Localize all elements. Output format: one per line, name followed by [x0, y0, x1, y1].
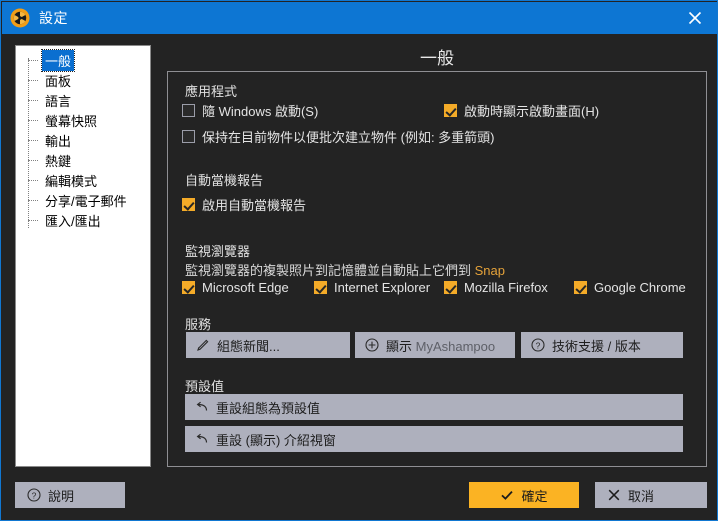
show-myashampoo-label: 顯示 MyAshampoo — [386, 336, 495, 355]
checkbox-show-splash-screen[interactable]: 啟動時顯示啟動畫面(H) — [444, 101, 599, 120]
reset-config-label: 重設組態為預設值 — [216, 400, 321, 416]
sidebar-item-0[interactable]: 一般 — [16, 48, 150, 72]
tree-dash — [28, 60, 38, 61]
sidebar-item-6[interactable]: 編輯模式 — [16, 170, 150, 190]
checkbox-label: Microsoft Edge — [202, 280, 289, 295]
sidebar-item-label: 語言 — [45, 93, 72, 109]
browser-monitor-description-text: 監視瀏覽器的複製照片到記憶體並自動貼上它們到 — [185, 263, 475, 278]
tree-dash — [28, 220, 38, 221]
section-label-defaults: 預設值 — [185, 379, 225, 394]
cancel-label: 取消 — [628, 488, 655, 504]
page-title: 一般 — [420, 49, 454, 68]
checkbox-label: Mozilla Firefox — [464, 280, 548, 295]
checkbox-box[interactable] — [182, 281, 195, 294]
checkbox-box[interactable] — [444, 104, 457, 117]
checkbox-label: 隨 Windows 啟動(S) — [202, 104, 319, 119]
check-icon — [500, 488, 514, 502]
checkbox-microsoft-edge[interactable]: Microsoft Edge — [182, 280, 289, 295]
sidebar-item-label: 編輯模式 — [45, 173, 98, 189]
title-bar: 設定 — [2, 2, 717, 34]
checkbox-enable-crash-report[interactable]: 啟用自動當機報告 — [182, 195, 306, 214]
x-icon — [607, 488, 621, 502]
sidebar-item-label: 匯入/匯出 — [45, 213, 101, 229]
undo-icon — [195, 400, 209, 414]
sidebar-item-2[interactable]: 語言 — [16, 90, 150, 110]
config-news-label: 組態新聞... — [217, 338, 280, 354]
support-version-label: 技術支援 / 版本 — [552, 338, 641, 354]
checkbox-google-chrome[interactable]: Google Chrome — [574, 280, 686, 295]
svg-text:?: ? — [32, 490, 37, 500]
tree-dash — [28, 200, 38, 201]
browser-monitor-description-accent: Snap — [474, 263, 505, 278]
undo-icon — [195, 432, 209, 446]
reset-config-button[interactable]: 重設組態為預設值 — [185, 394, 683, 420]
tree-dash — [28, 140, 38, 141]
tree-dash — [28, 100, 38, 101]
show-myashampoo-prefix: 顯示 — [386, 338, 416, 354]
cancel-button[interactable]: 取消 — [595, 482, 707, 508]
checkbox-box[interactable] — [314, 281, 327, 294]
sidebar-item-label: 輸出 — [45, 133, 72, 149]
svg-text:?: ? — [536, 340, 541, 350]
settings-category-tree[interactable]: 一般 面板語言螢幕快照輸出熱鍵編輯模式分享/電子郵件 匯入/匯出 — [15, 45, 151, 467]
pen-icon — [196, 338, 210, 352]
sidebar-item-label: 熱鍵 — [45, 153, 72, 169]
sidebar-item-3[interactable]: 螢幕快照 — [16, 110, 150, 130]
checkbox-box[interactable] — [444, 281, 457, 294]
browser-monitor-description: 監視瀏覽器的複製照片到記憶體並自動貼上它們到 Snap — [185, 260, 505, 279]
section-label-crash-report: 自動當機報告 — [185, 173, 264, 188]
section-label-services: 服務 — [185, 317, 212, 332]
checkbox-box[interactable] — [182, 104, 195, 117]
sidebar-item-1[interactable]: 面板 — [16, 70, 150, 90]
reset-intro-window-label: 重設 (顯示) 介紹視窗 — [216, 432, 336, 448]
sidebar-item-label: 面板 — [45, 73, 72, 89]
show-myashampoo-button[interactable]: 顯示 MyAshampoo — [355, 332, 515, 358]
reset-intro-window-button[interactable]: 重設 (顯示) 介紹視窗 — [185, 426, 683, 452]
checkbox-keep-current-object[interactable]: 保持在目前物件以便批次建立物件 (例如: 多重箭頭) — [182, 127, 495, 146]
config-news-button[interactable]: 組態新聞... — [186, 332, 350, 358]
sidebar-item-label: 螢幕快照 — [45, 113, 98, 129]
plus-circle-icon — [365, 338, 379, 352]
tree-dash — [28, 160, 38, 161]
question-circle-icon: ? — [531, 338, 545, 352]
checkbox-label: Google Chrome — [594, 280, 686, 295]
help-label: 說明 — [48, 488, 75, 504]
tree-dash — [28, 120, 38, 121]
checkbox-box[interactable] — [182, 198, 195, 211]
tree-dash — [28, 180, 38, 181]
section-label-application: 應用程式 — [185, 84, 238, 99]
help-button[interactable]: ? 說明 — [15, 482, 125, 508]
checkbox-label: 啟動時顯示啟動畫面(H) — [464, 104, 600, 119]
checkbox-label: Internet Explorer — [334, 280, 431, 295]
sidebar-item-8[interactable]: 匯入/匯出 — [16, 210, 150, 230]
sidebar-item-label: 分享/電子郵件 — [45, 193, 127, 209]
checkbox-label: 啟用自動當機報告 — [202, 198, 307, 213]
checkbox-start-with-windows[interactable]: 隨 Windows 啟動(S) — [182, 101, 318, 120]
show-myashampoo-brand: MyAshampoo — [415, 338, 496, 354]
support-version-button[interactable]: ? 技術支援 / 版本 — [521, 332, 683, 358]
checkbox-internet-explorer[interactable]: Internet Explorer — [314, 280, 430, 295]
settings-window: 設定 一般 面板 語言 螢幕快照 輸出 熱鍵 編輯模式 分享/電子郵件 匯入/匯出 一般 應用程… — [0, 0, 718, 521]
close-icon[interactable] — [672, 2, 717, 34]
tree-root: 一般 面板語言螢幕快照輸出熱鍵編輯模式分享/電子郵件 匯入/匯出 — [16, 46, 150, 230]
checkbox-box[interactable] — [182, 130, 195, 143]
sidebar-item-label: 一般 — [40, 48, 76, 72]
checkbox-label: 保持在目前物件以便批次建立物件 (例如: 多重箭頭) — [202, 130, 495, 145]
section-label-browser-monitor: 監視瀏覽器 — [185, 244, 251, 259]
aperture-icon — [9, 7, 31, 29]
sidebar-item-4[interactable]: 輸出 — [16, 130, 150, 150]
tree-dash — [28, 80, 38, 81]
sidebar-item-7[interactable]: 分享/電子郵件 — [16, 190, 150, 210]
sidebar-item-5[interactable]: 熱鍵 — [16, 150, 150, 170]
window-title: 設定 — [39, 10, 68, 26]
question-circle-icon: ? — [27, 488, 41, 502]
checkbox-mozilla-firefox[interactable]: Mozilla Firefox — [444, 280, 548, 295]
checkbox-box[interactable] — [574, 281, 587, 294]
ok-button[interactable]: 確定 — [469, 482, 579, 508]
ok-label: 確定 — [521, 488, 548, 504]
